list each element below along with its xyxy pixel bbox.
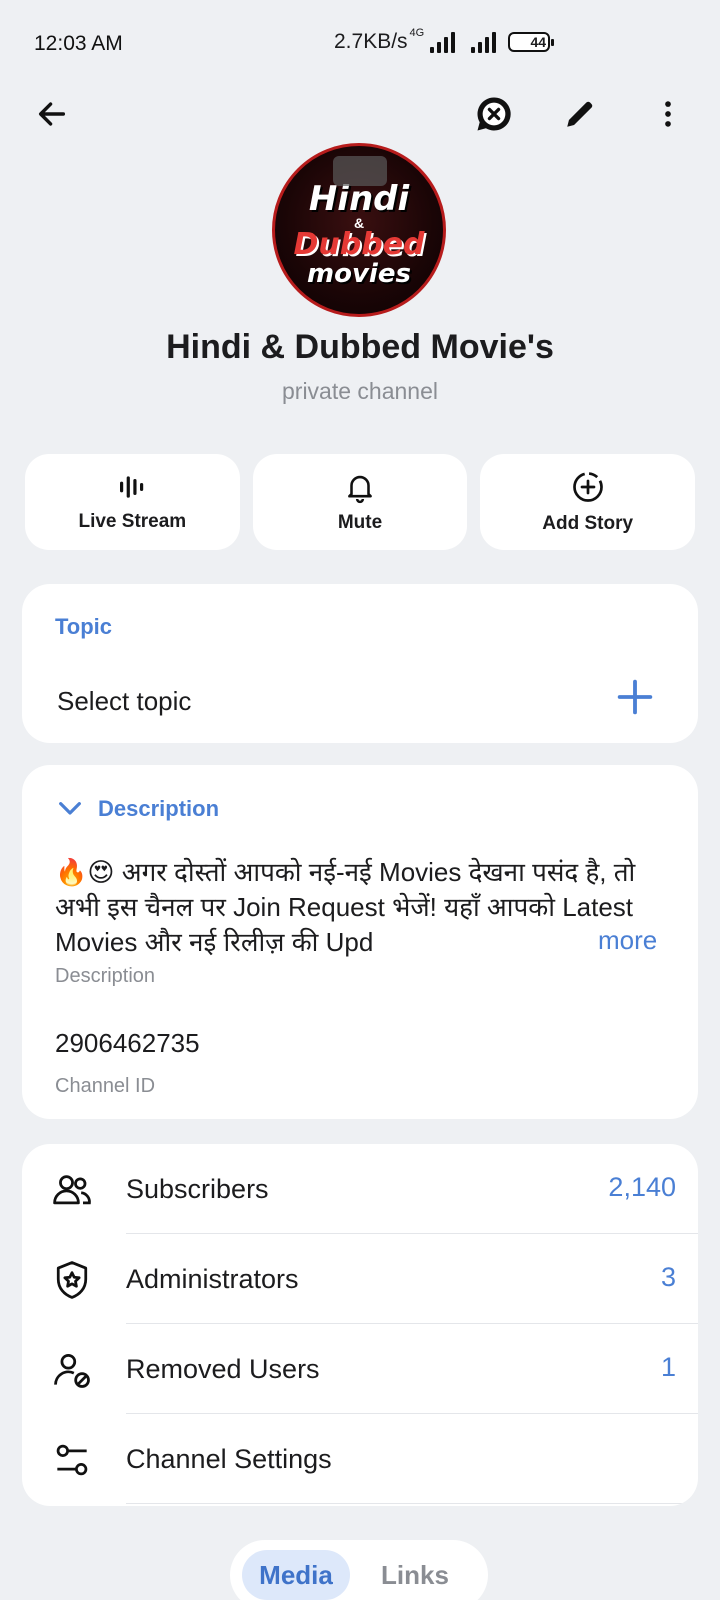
description-text: 🔥😍 अगर दोस्तों आपको नई-नई Movies देखना प… [55,857,636,957]
back-button[interactable] [24,86,80,142]
action-row: Live Stream Mute Add Story [25,454,696,550]
close-speech-bubble-icon [477,97,511,131]
add-story-button[interactable]: Add Story [480,454,696,550]
signal-icon [430,31,456,53]
add-topic-button[interactable] [612,674,658,720]
user-blocked-icon [48,1346,96,1394]
stop-stream-button[interactable] [466,86,522,142]
more-vertical-icon [665,101,671,127]
live-stream-label: Live Stream [78,511,187,532]
description-caption: Description [55,965,156,987]
top-bar [0,80,720,150]
mute-label: Mute [337,512,383,533]
description-section-label: Description [98,796,220,821]
topic-card: Topic Select topic [22,584,698,743]
description-toggle[interactable]: Description [54,793,219,825]
avatar-text: Hindi [308,179,410,219]
list-item-label: Subscribers [126,1174,269,1204]
channel-subtitle: private channel [282,378,438,404]
tab-links[interactable]: Links [370,1550,460,1600]
avatar-text: movies [307,259,411,289]
channel-title: Hindi & Dubbed Movie's [166,328,554,366]
network-type: 4G [409,27,425,39]
list-item-removed-users[interactable]: Removed Users 1 [22,1324,698,1414]
tab-media[interactable]: Media [242,1550,350,1600]
battery-icon: 44 [508,32,555,52]
channel-id-caption: Channel ID [55,1075,156,1097]
network-speed: 2.7KB/s [334,30,408,53]
add-story-label: Add Story [542,513,634,534]
list-item-label: Removed Users [126,1354,320,1384]
list-item-label: Administrators [126,1264,299,1294]
subscribers-count: 2,140 [608,1172,676,1202]
list-item-label: Channel Settings [126,1444,332,1474]
live-stream-icon [120,476,144,498]
description-more-link[interactable]: more [572,925,658,956]
removed-users-count: 1 [660,1352,676,1382]
channel-id-value[interactable]: 2906462735 [55,1028,200,1059]
avatar-text: Dubbed [293,227,425,262]
live-stream-button[interactable]: Live Stream [25,454,240,550]
settings-sliders-icon [48,1436,96,1484]
chevron-down-icon [59,802,81,815]
list-item-channel-settings[interactable]: Channel Settings [22,1414,698,1504]
signal-icon-2 [471,31,497,53]
bell-icon [348,475,372,504]
film-reel-icon [333,156,387,186]
management-list: Subscribers 2,140 Administrators 3 Remov… [22,1144,698,1506]
status-indicators: 2.7KB/s 4G 44 [334,27,555,54]
status-time: 12:03 AM [34,32,123,55]
select-topic-field[interactable]: Select topic [57,686,191,717]
shield-star-icon [48,1256,96,1304]
divider [126,1503,698,1504]
more-options-button[interactable] [640,86,696,142]
channel-avatar[interactable]: Hindi & Dubbed movies [272,143,446,317]
description-card: Description 🔥😍 अगर दोस्तों आपको नई-नई Mo… [22,765,698,1119]
list-item-subscribers[interactable]: Subscribers 2,140 [22,1144,698,1234]
media-tabs: Media Links [230,1540,488,1600]
edit-button[interactable] [552,86,608,142]
arrow-left-icon [38,102,66,126]
administrators-count: 3 [660,1262,676,1292]
mute-button[interactable]: Mute [252,454,468,550]
add-story-icon [572,472,603,502]
list-item-administrators[interactable]: Administrators 3 [22,1234,698,1324]
users-icon [48,1166,96,1214]
plus-icon [617,679,653,715]
pencil-icon [567,101,593,127]
topic-section-label: Topic [55,614,113,639]
